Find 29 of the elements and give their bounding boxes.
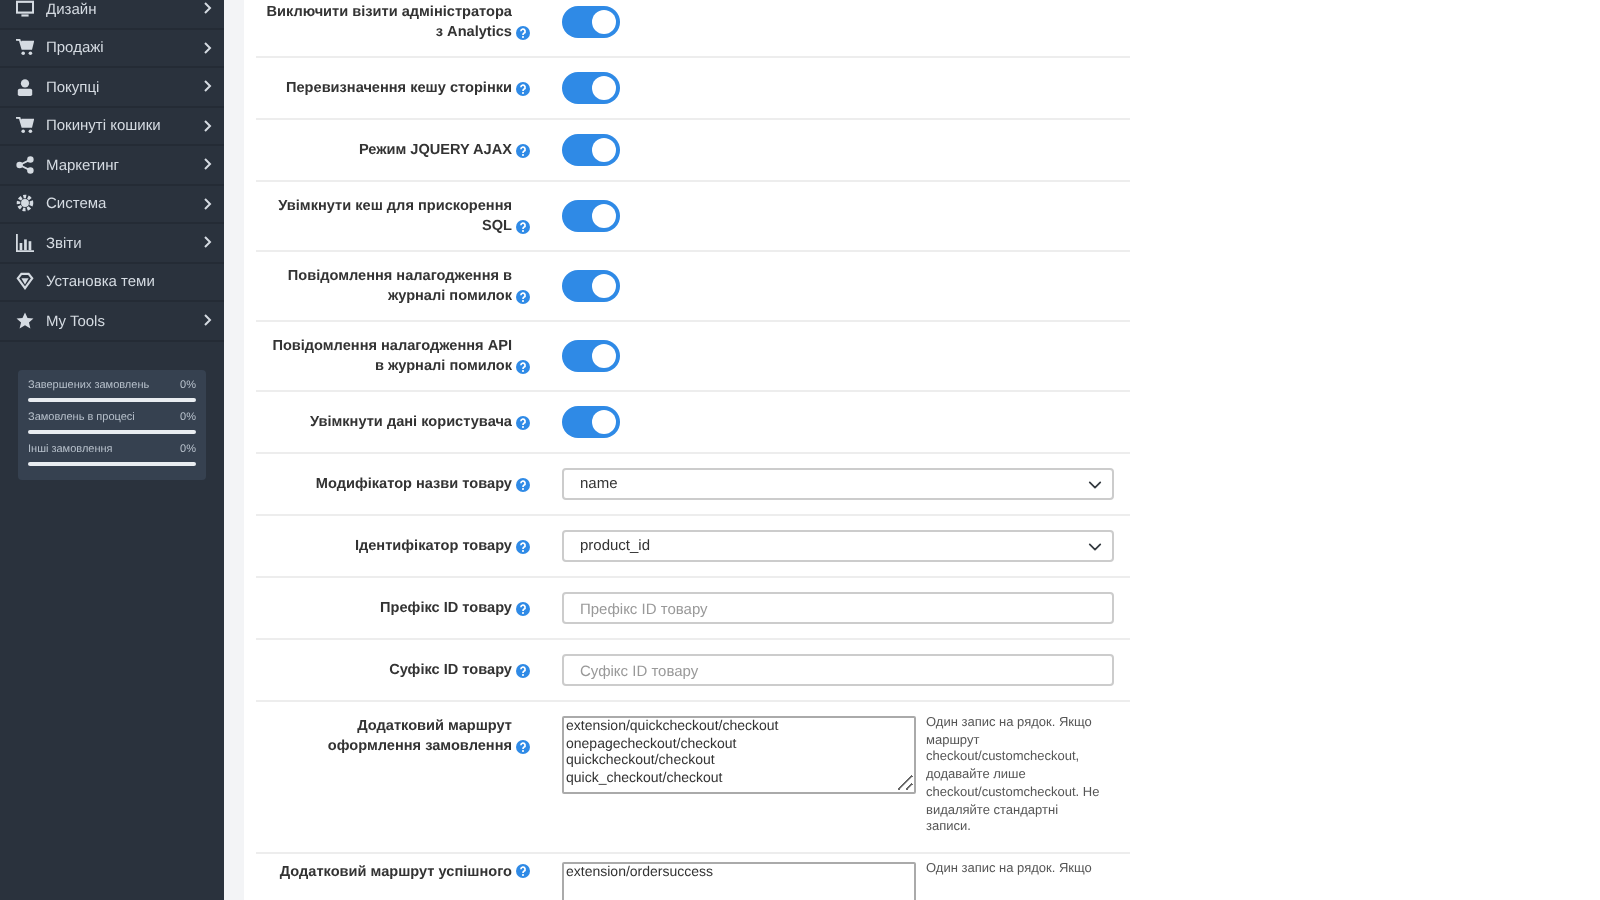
user-icon xyxy=(16,77,34,96)
help-icon[interactable] xyxy=(516,539,530,553)
help-icon[interactable] xyxy=(516,25,530,39)
help-icon[interactable] xyxy=(516,81,530,95)
share-icon xyxy=(16,155,34,174)
gem-icon xyxy=(16,272,34,291)
toggle-switch[interactable] xyxy=(562,340,620,372)
gear-icon xyxy=(16,194,34,213)
monitor-icon xyxy=(16,0,34,18)
toggle-switch[interactable] xyxy=(562,200,620,232)
help-icon[interactable] xyxy=(516,219,530,233)
star-icon xyxy=(16,311,34,330)
bar-chart-icon xyxy=(16,233,34,252)
help-icon[interactable] xyxy=(516,864,530,879)
toggle-switch[interactable] xyxy=(562,406,620,438)
help-icon[interactable] xyxy=(516,415,530,429)
help-icon[interactable] xyxy=(516,359,530,373)
help-icon[interactable] xyxy=(516,477,530,491)
toggle-switch[interactable] xyxy=(562,270,620,302)
cart-icon xyxy=(16,38,34,57)
toggle-switch[interactable] xyxy=(562,72,620,104)
help-icon[interactable] xyxy=(516,663,530,677)
cart-icon xyxy=(16,116,34,135)
toggle-switch[interactable] xyxy=(562,134,620,166)
toggle-switch[interactable] xyxy=(562,6,620,38)
help-icon[interactable] xyxy=(516,601,530,615)
help-icon[interactable] xyxy=(516,143,530,157)
help-icon[interactable] xyxy=(516,289,530,303)
help-icon[interactable] xyxy=(516,739,530,753)
